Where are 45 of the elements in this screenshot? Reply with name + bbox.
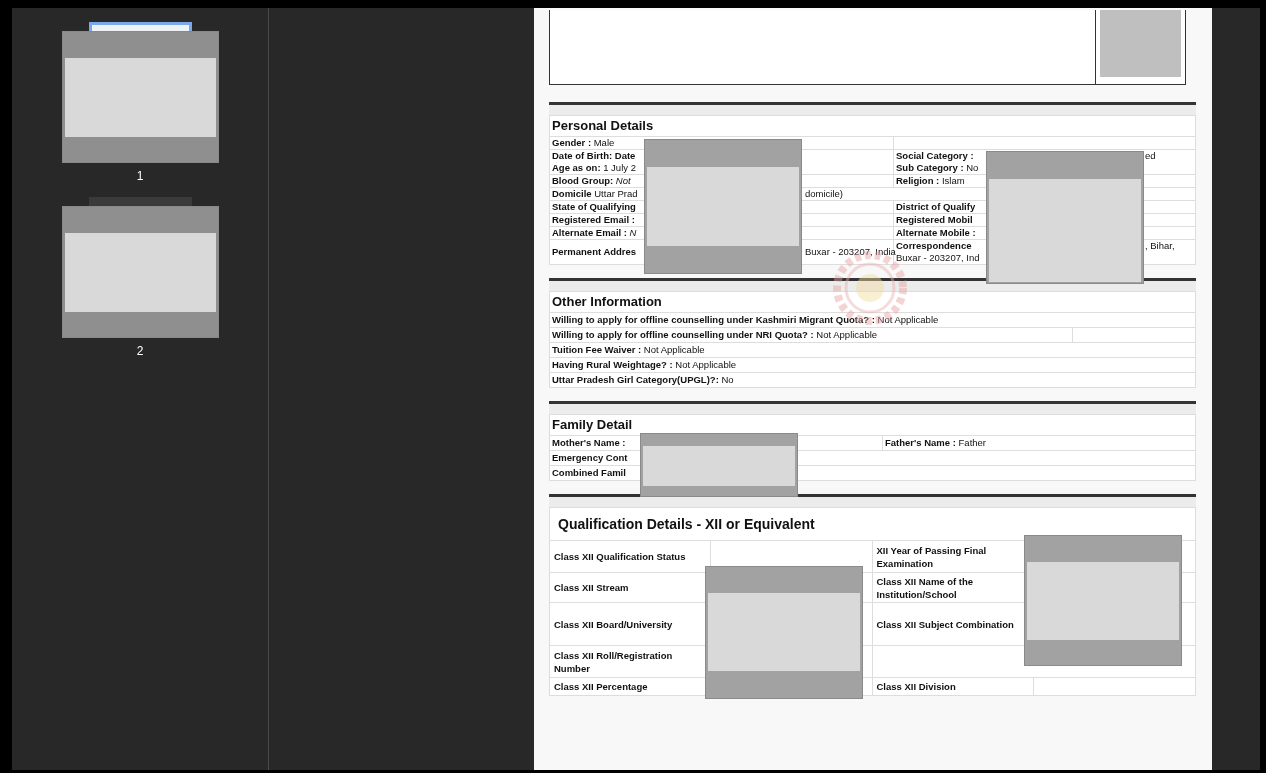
field-text: domicile) <box>805 188 843 200</box>
field-text: Gender : Male <box>552 137 615 149</box>
field-text: State of Qualifying <box>552 201 636 213</box>
field-text: Blood Group: Not <box>552 175 631 187</box>
page-number: 2 <box>136 344 144 358</box>
field-text: Father's Name : Father <box>885 437 986 449</box>
field-label: Class XII Stream <box>553 581 630 594</box>
page-number: 1 <box>136 169 144 183</box>
field-text: ed <box>1145 150 1156 162</box>
field-label: XII Year of Passing Final Examination <box>875 543 988 570</box>
field-text: Domicile Uttar Prad <box>552 188 639 200</box>
field-label: Class XII Name of the Institution/School <box>875 574 975 601</box>
field-text: Tuition Fee Waiver : Not Applicable <box>552 344 705 356</box>
field-text: Date of Birth: Date <box>552 150 636 162</box>
field-text: Mother's Name : <box>552 437 626 449</box>
field-label: Class XII Percentage <box>553 680 649 693</box>
field-text: Having Rural Weightage? : Not Applicable <box>552 359 737 371</box>
field-text: Registered Email : <box>552 214 635 226</box>
field-text: Buxar - 203207, India <box>805 246 896 257</box>
field-text: Registered Mobil <box>896 214 973 226</box>
field-text: , Bihar, <box>1145 240 1175 252</box>
field-text: Sub Category : No <box>896 162 979 174</box>
field-text: Age as on: 1 July 2 <box>552 162 636 174</box>
field-text: Emergency Cont <box>552 452 628 464</box>
field-text: Combined Famil <box>552 467 626 479</box>
field-label: Class XII Division <box>875 680 957 693</box>
field-text: Uttar Pradesh Girl Category(UPGL)?: No <box>552 374 734 386</box>
field-text: Religion : Islam <box>896 175 965 187</box>
field-label: Class XII Qualification Status <box>553 550 687 563</box>
section-title: Personal Details <box>549 116 1196 137</box>
section-title: Other Information <box>549 292 1196 313</box>
field-text: Permanent Addres <box>552 246 638 258</box>
page-thumbnail[interactable] <box>88 197 192 206</box>
field-text: Buxar - 203207, Ind <box>896 252 980 264</box>
field-text: Correspondence <box>896 240 973 251</box>
field-label: Class XII Subject Combination <box>875 617 1015 631</box>
field-text: Alternate Email : N <box>552 227 637 239</box>
field-text: Social Category : <box>896 150 975 162</box>
field-label: Class XII Roll/Registration Number <box>553 648 674 675</box>
field-text: Willing to apply for offline counselling under NRI Quota? : Not Applicable <box>552 329 878 341</box>
page-thumbnail[interactable] <box>88 22 192 31</box>
field-label: Class XII Board/University <box>553 617 674 631</box>
field-text: District of Qualify <box>896 201 976 213</box>
field-text: Alternate Mobile : <box>896 227 976 239</box>
field-text: Willing to apply for offline counselling under Kashmiri Migrant Quota? : Not Applicable <box>552 314 939 326</box>
